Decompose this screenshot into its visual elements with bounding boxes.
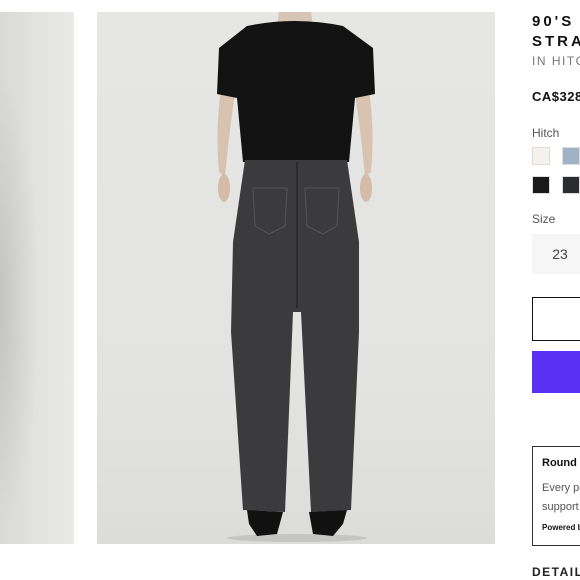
product-title: 90'S I STRA bbox=[532, 13, 580, 50]
size-option-23[interactable]: 23 bbox=[532, 234, 580, 274]
promo-powered-by: Powered b bbox=[542, 523, 580, 532]
details-accordion-header[interactable]: DETAILS bbox=[532, 565, 580, 579]
color-swatch-washed-black[interactable] bbox=[562, 176, 580, 194]
product-price: CA$328 bbox=[532, 89, 580, 104]
color-label: Hitch bbox=[532, 126, 560, 140]
round-up-promo: Round Every pe support Powered b bbox=[532, 446, 580, 546]
product-image-main[interactable] bbox=[97, 12, 495, 544]
color-swatch-black[interactable] bbox=[532, 176, 550, 194]
product-image-previous[interactable] bbox=[0, 12, 74, 544]
model-back-view-illustration bbox=[217, 12, 375, 542]
add-to-cart-button[interactable] bbox=[532, 297, 580, 341]
color-swatch-ecru[interactable] bbox=[532, 147, 550, 165]
promo-title: Round bbox=[542, 457, 577, 469]
product-subtitle: IN HITC bbox=[532, 54, 580, 68]
color-swatch-light-blue[interactable] bbox=[562, 147, 580, 165]
promo-description: Every pe support bbox=[542, 482, 580, 513]
size-label: Size bbox=[532, 212, 556, 226]
product-info-panel: 90'S I STRA IN HITC CA$328 Hitch Size 23… bbox=[532, 0, 580, 580]
express-checkout-button[interactable] bbox=[532, 351, 580, 393]
image-shadow bbox=[0, 72, 40, 532]
